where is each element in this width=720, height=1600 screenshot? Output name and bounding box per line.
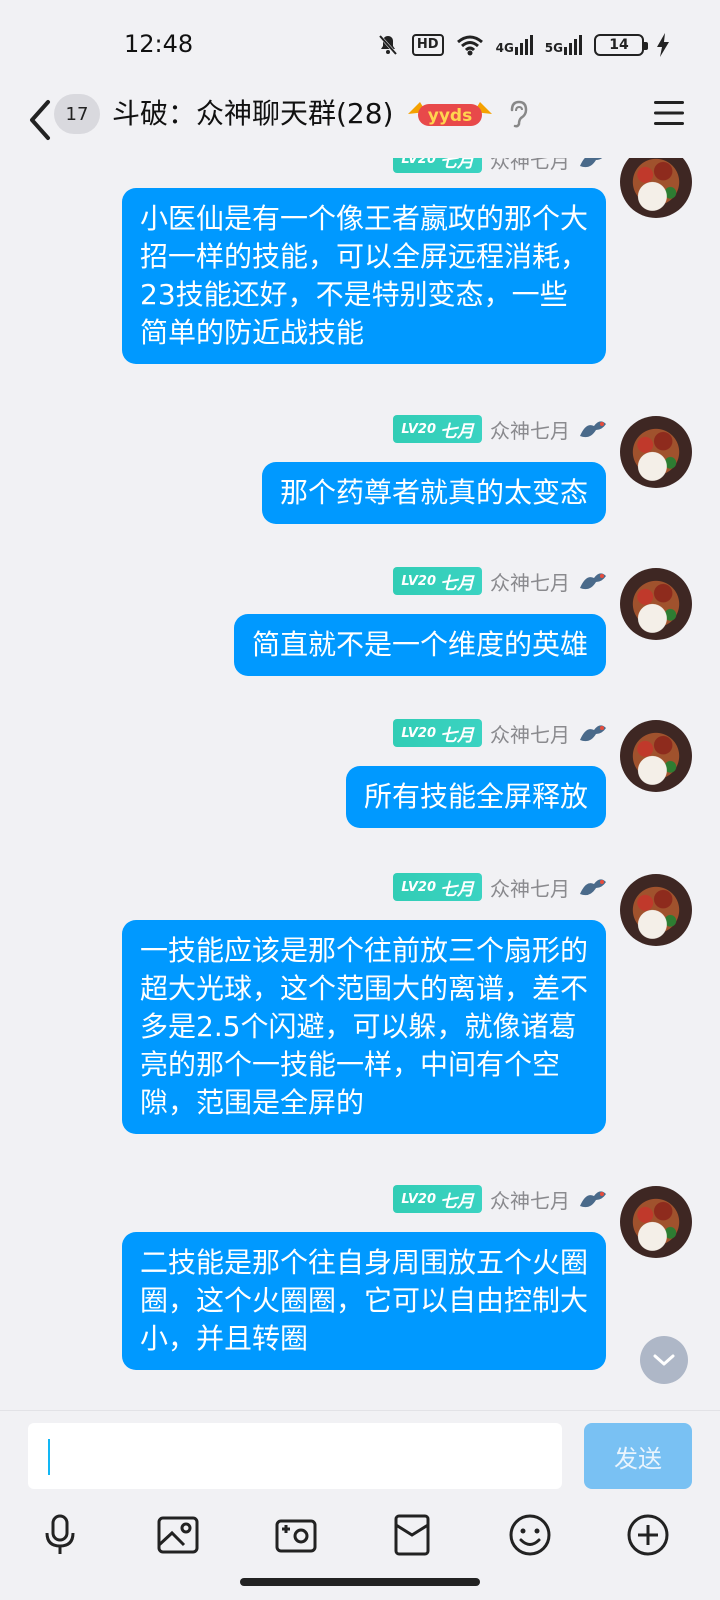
dragon-icon <box>580 421 606 438</box>
dragon-icon <box>580 573 606 590</box>
title-label: 七月 <box>440 573 474 594</box>
dragon-icon <box>580 1191 606 1208</box>
message-list[interactable]: LV20 七月 众神七月 小医仙是有一个像王者嬴政的那个大招一样的技能，可以全屏远… <box>0 158 720 1410</box>
message-bubble[interactable]: 简直就不是一个维度的英雄 <box>233 614 606 676</box>
dragon-icon <box>580 158 603 168</box>
home-indicator[interactable] <box>240 1578 480 1586</box>
avatar[interactable] <box>620 416 692 488</box>
microphone-icon <box>45 1514 75 1554</box>
title-label: 七月 <box>440 1191 474 1212</box>
plus-icon <box>627 1514 669 1556</box>
message-sender-meta: LV20 七月 众神七月 <box>393 158 608 174</box>
chat-title[interactable]: 斗破：众神聊天群(28) <box>112 94 393 134</box>
sender-nickname[interactable]: 众神七月 <box>490 158 570 174</box>
signal-icon: 4G <box>496 35 533 55</box>
avatar[interactable] <box>620 568 692 640</box>
unread-count-badge[interactable]: 17 <box>54 94 100 134</box>
sender-nickname[interactable]: 众神七月 <box>490 1185 570 1214</box>
sender-nickname[interactable]: 众神七月 <box>490 415 570 444</box>
level-badge: LV20 七月 <box>393 719 482 747</box>
network-2-label: 5G <box>544 41 563 55</box>
send-button[interactable]: 发送 <box>584 1423 692 1489</box>
status-icons: HD 4G 5G 14 <box>376 32 670 58</box>
camera-icon <box>275 1519 317 1553</box>
sender-nickname[interactable]: 众神七月 <box>490 719 570 748</box>
yyds-badge: yyds <box>408 102 492 126</box>
level-badge: LV20 七月 <box>393 567 482 595</box>
avatar[interactable] <box>620 1186 692 1258</box>
microphone-button[interactable] <box>34 1509 86 1561</box>
sender-nickname[interactable]: 众神七月 <box>490 873 570 902</box>
title-label: 七月 <box>440 725 474 746</box>
message-input[interactable] <box>28 1423 562 1489</box>
level-label: LV20 <box>401 879 436 895</box>
message-bubble[interactable]: 二技能是那个往自身周围放五个火圈圈，这个火圈圈，它可以自由控制大小，并且转圈 <box>122 1232 606 1370</box>
hd-icon: HD <box>411 34 444 56</box>
title-label: 七月 <box>440 158 474 172</box>
mute-icon <box>378 35 398 55</box>
title-label: 七月 <box>440 421 474 442</box>
avatar[interactable] <box>620 720 692 792</box>
message-bubble[interactable]: 小医仙是有一个像王者嬴政的那个大招一样的技能，可以全屏远程消耗，23技能还好，不… <box>122 188 606 364</box>
level-badge: LV20 七月 <box>393 873 482 901</box>
level-badge: LV20 七月 <box>393 1185 482 1213</box>
sender-nickname[interactable]: 众神七月 <box>490 567 570 596</box>
avatar[interactable] <box>620 874 692 946</box>
plus-button[interactable] <box>622 1509 674 1561</box>
level-badge: LV20 七月 <box>393 415 482 443</box>
charging-icon <box>657 33 669 57</box>
status-bar: 12:48 HD 4G 5G 14 <box>0 0 720 90</box>
level-badge: LV20 七月 <box>393 158 482 173</box>
avatar[interactable] <box>620 158 692 218</box>
battery-icon: 14 <box>594 34 648 56</box>
text-caret <box>48 1439 50 1475</box>
dragon-icon <box>580 725 606 742</box>
dragon-icon <box>580 879 606 896</box>
status-time: 12:48 <box>124 30 194 58</box>
level-label: LV20 <box>401 158 436 167</box>
message-sender-meta: LV20 七月 众神七月 <box>393 1184 608 1214</box>
message-sender-meta: LV20 七月 众神七月 <box>393 718 608 748</box>
title-label: 七月 <box>440 879 474 900</box>
network-1-label: 4G <box>495 41 514 55</box>
level-label: LV20 <box>401 725 436 741</box>
message-bubble[interactable]: 那个药尊者就真的太变态 <box>261 462 606 524</box>
emoji-icon <box>509 1514 551 1556</box>
level-label: LV20 <box>401 1191 436 1207</box>
red-packet-button[interactable] <box>386 1509 438 1561</box>
menu-icon[interactable] <box>654 100 684 126</box>
yyds-badge-text: yyds <box>428 106 472 126</box>
input-toolbar <box>0 1509 720 1569</box>
message-bubble[interactable]: 所有技能全屏释放 <box>345 766 606 828</box>
scroll-to-bottom-button[interactable] <box>640 1336 688 1384</box>
message-sender-meta: LV20 七月 众神七月 <box>393 872 608 902</box>
camera-button[interactable] <box>270 1509 322 1561</box>
emoji-button[interactable] <box>504 1509 556 1561</box>
message-sender-meta: LV20 七月 众神七月 <box>393 566 608 596</box>
back-icon[interactable] <box>26 98 54 142</box>
message-sender-meta: LV20 七月 众神七月 <box>393 414 608 444</box>
wifi-icon <box>456 35 483 56</box>
level-label: LV20 <box>401 421 436 437</box>
ear-icon[interactable] <box>508 100 530 128</box>
input-bar: 发送 <box>0 1410 720 1600</box>
signal-icon-2: 5G <box>545 35 582 55</box>
battery-level: 14 <box>609 37 629 53</box>
image-icon <box>157 1516 199 1554</box>
chat-header: 17 斗破：众神聊天群(28) yyds <box>0 90 720 158</box>
chevron-down-icon <box>653 1354 675 1366</box>
message-bubble[interactable]: 一技能应该是那个往前放三个扇形的超大光球，这个范围大的离谱，差不多是2.5个闪避… <box>122 920 606 1134</box>
image-button[interactable] <box>152 1509 204 1561</box>
red-packet-icon <box>394 1514 430 1556</box>
level-label: LV20 <box>401 573 436 589</box>
